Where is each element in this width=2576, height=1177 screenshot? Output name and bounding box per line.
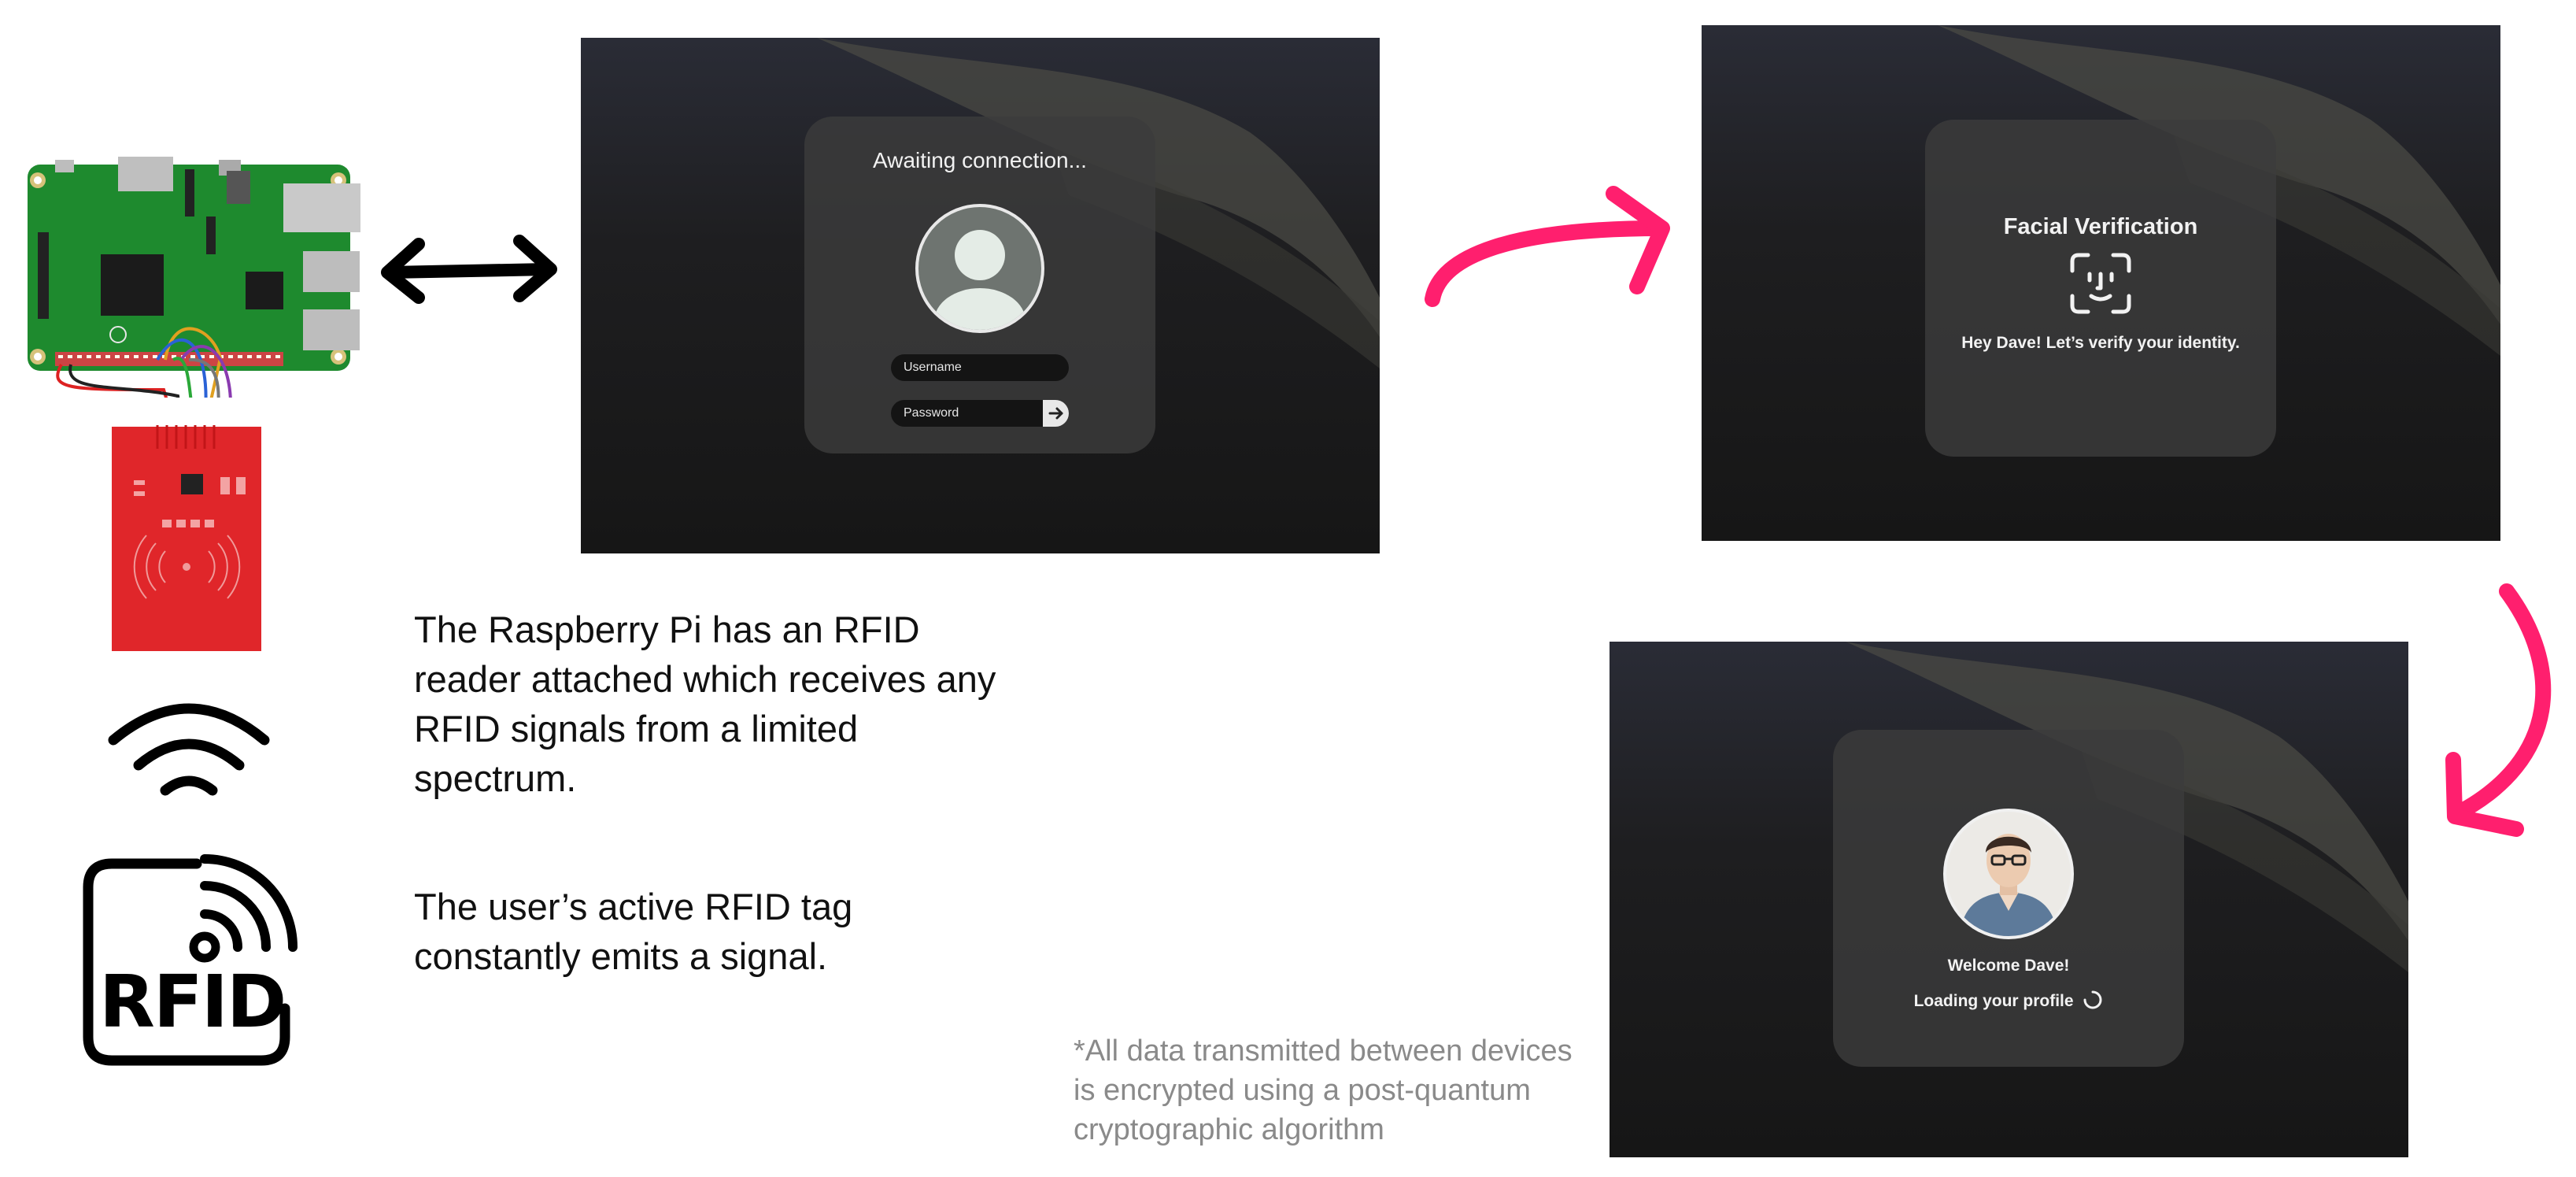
welcome-card: Welcome Dave! Loading your profile bbox=[1833, 730, 2184, 1067]
flow-arrow-1 bbox=[1425, 186, 1670, 307]
welcome-title: Welcome Dave! bbox=[1947, 957, 2070, 975]
verification-message: Hey Dave! Let’s verify your identity. bbox=[1961, 334, 2240, 352]
raspberry-pi-board bbox=[28, 157, 360, 398]
verification-screen: Facial Verification Hey Dave! Let’s veri… bbox=[1702, 25, 2500, 541]
verification-title: Facial Verification bbox=[2003, 214, 2198, 239]
profile-photo bbox=[1943, 809, 2074, 939]
loading-spinner-icon bbox=[2083, 990, 2102, 1009]
rfid-reader-module bbox=[112, 425, 261, 651]
welcome-screen: Welcome Dave! Loading your profile bbox=[1610, 642, 2408, 1157]
arrow-right-icon bbox=[1048, 407, 1063, 420]
rfid-reader-description: The Raspberry Pi has an RFID reader atta… bbox=[414, 609, 996, 799]
face-id-icon bbox=[2070, 253, 2131, 314]
rfid-tag-icon: RFID bbox=[79, 854, 307, 1071]
flow-arrow-2 bbox=[2445, 583, 2552, 837]
user-avatar-icon bbox=[915, 204, 1044, 333]
submit-button[interactable] bbox=[1043, 400, 1069, 427]
login-screen: Awaiting connection... Username Password bbox=[581, 38, 1380, 553]
username-field[interactable]: Username bbox=[891, 354, 1069, 381]
connection-status: Awaiting connection... bbox=[873, 148, 1087, 172]
loading-row: Loading your profile bbox=[1833, 990, 2184, 1011]
bidirectional-arrow bbox=[381, 235, 557, 304]
wifi-signal-icon bbox=[108, 703, 270, 796]
verification-card: Facial Verification Hey Dave! Let’s veri… bbox=[1925, 120, 2276, 457]
rfid-tag-description: The user’s active RFID tag constantly em… bbox=[414, 886, 853, 977]
encryption-note: *All data transmitted between devices is… bbox=[1074, 1035, 1573, 1146]
login-card: Awaiting connection... Username Password bbox=[804, 117, 1155, 453]
loading-text: Loading your profile bbox=[1913, 992, 2074, 1010]
rfid-logo-text: RFID bbox=[99, 960, 286, 1044]
